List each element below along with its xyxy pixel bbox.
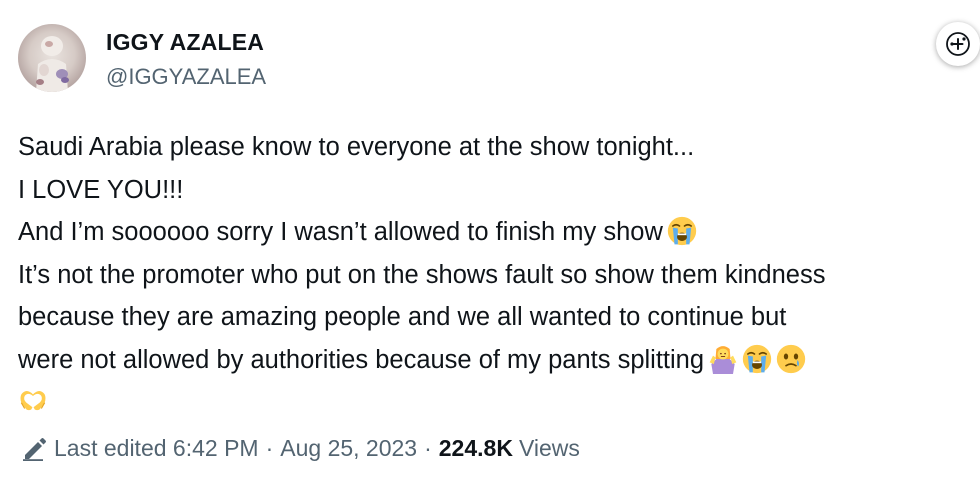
tweet-line: It’s not the promoter who put on the sho… [18, 260, 826, 289]
separator: · [424, 434, 432, 461]
loudly-crying-face-emoji [742, 344, 772, 373]
tweet-line: Saudi Arabia please know to everyone at … [18, 133, 695, 161]
views-count: 224.8K [438, 434, 513, 461]
author-handle[interactable]: @IGGYAZALEA [106, 64, 266, 90]
tweet-line: were not allowed by authorities because … [18, 339, 973, 382]
pencil-icon [23, 438, 46, 461]
tweet-line: I LOVE YOU!!! [18, 175, 184, 204]
tweet-line [18, 381, 973, 424]
tweet-date-link[interactable]: Aug 25, 2023 [280, 435, 417, 462]
heart-hands-emoji [20, 391, 46, 411]
last-edited-link[interactable]: Last edited 6:42 PM [54, 435, 259, 462]
tweet-card: IGGY AZALEA @IGGYAZALEA Saudi Arabia ple… [0, 0, 980, 482]
loudly-crying-face-emoji [667, 216, 697, 246]
grok-explain-icon [946, 32, 970, 56]
face-holding-back-tears-emoji [776, 344, 806, 373]
separator: · [265, 434, 274, 461]
tweet-meta: Last edited 6:42 PM · Aug 25, 2023 · 224… [20, 434, 580, 462]
views-label: Views [518, 434, 580, 461]
tweet-line: because they are amazing people and we a… [18, 303, 787, 331]
tweet-text: Saudi Arabia please know to everyone at … [18, 126, 973, 424]
tweet-line: And I’m soooooo sorry I wasn’t allowed t… [18, 211, 973, 254]
author-display-name[interactable]: IGGY AZALEA [106, 29, 264, 56]
author-avatar[interactable] [18, 24, 86, 92]
person-shrugging-emoji [709, 345, 737, 374]
grok-explain-button[interactable] [936, 22, 980, 66]
